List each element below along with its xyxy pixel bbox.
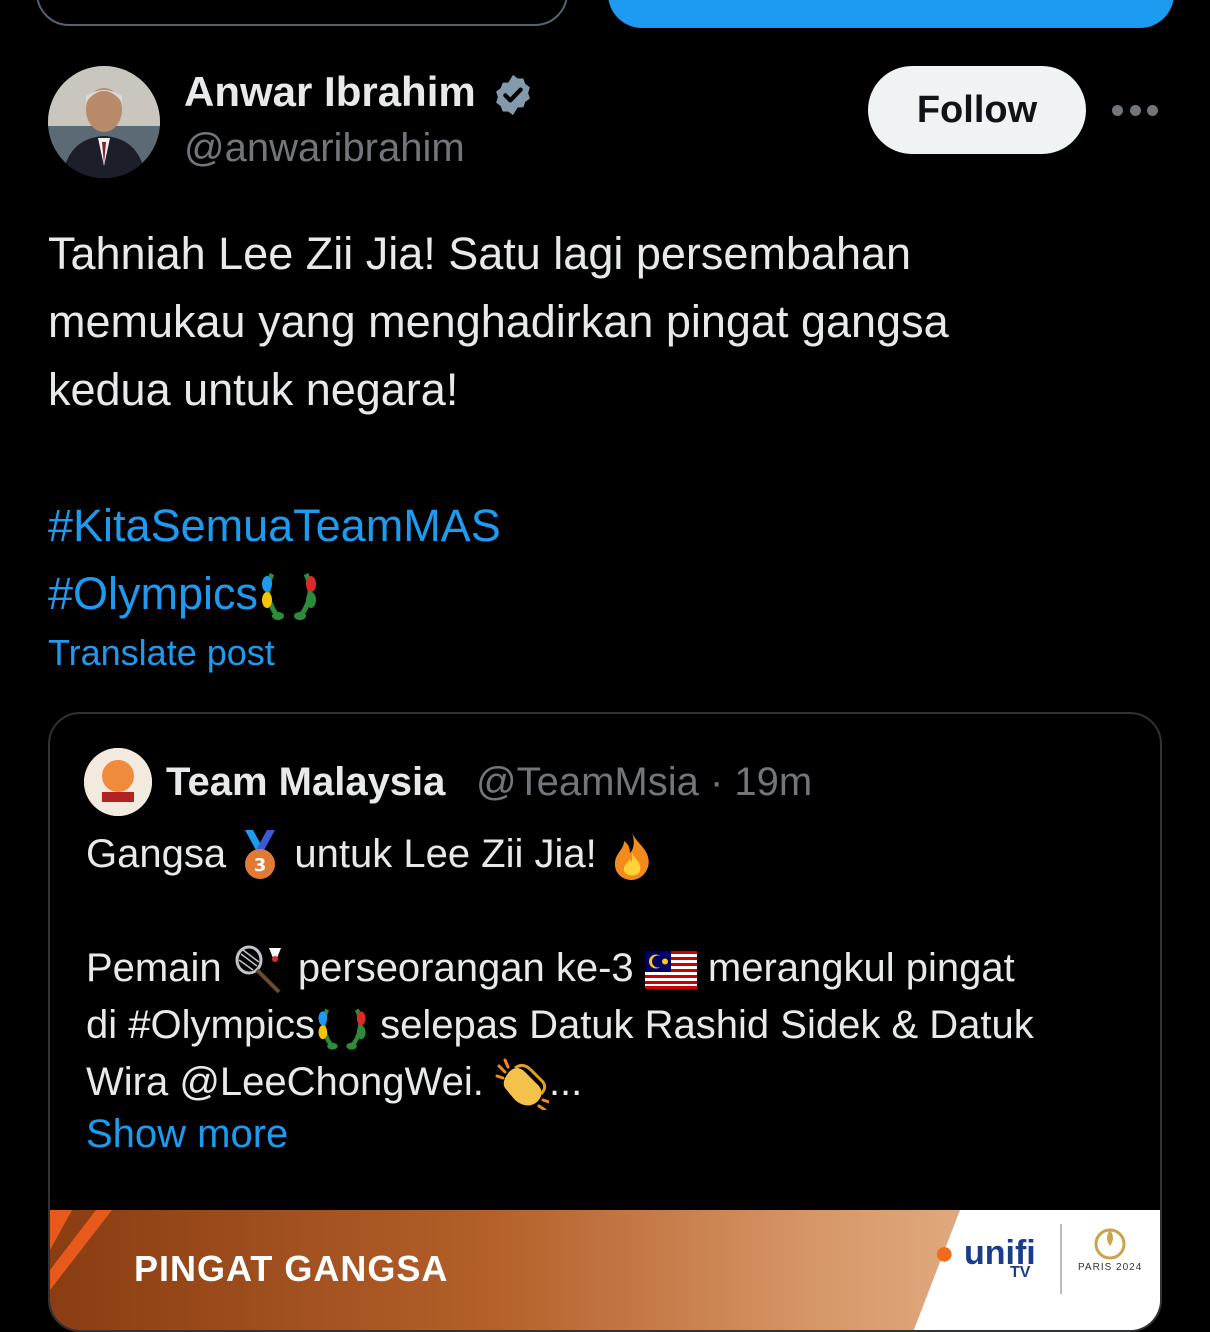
more-icon[interactable] [1112, 100, 1158, 120]
quoted-text-part: ... [548, 1060, 583, 1104]
post-line: memukau yang menghadirkan pingat gangsa [48, 296, 949, 347]
quoted-text-part: Pemain [86, 946, 222, 990]
fire-icon [614, 833, 649, 881]
avatar-photo [48, 66, 160, 178]
team-malaysia-avatar[interactable] [84, 748, 152, 816]
quoted-text-part: selepas Datuk Rashid Sidek & Datuk [380, 1003, 1034, 1047]
quoted-post-card[interactable]: Team Malaysia @TeamMsia · 19m Gangsa 3 u… [48, 712, 1162, 1332]
quoted-author-handle[interactable]: @TeamMsia · 19m [476, 760, 812, 805]
translate-post-link[interactable]: Translate post [48, 632, 275, 674]
unifi-tv-label: TV [1010, 1264, 1031, 1281]
hashtag-kitasemuateammas[interactable]: #KitaSemuaTeamMAS [48, 500, 501, 551]
bronze-medal-icon: 3 [245, 830, 276, 880]
quoted-text-part: Wira @LeeChongWei. [86, 1060, 484, 1104]
follow-button[interactable]: Follow [868, 66, 1086, 154]
author-display-name[interactable]: Anwar Ibrahim [184, 68, 476, 116]
quoted-hashtag-olympics[interactable]: di #Olympics [86, 1003, 315, 1047]
post-line: Tahniah Lee Zii Jia! Satu lagi persembah… [48, 228, 912, 279]
svg-text:3: 3 [254, 855, 267, 876]
banner-stripes-graphic [50, 1210, 112, 1290]
top-primary-button[interactable] [608, 0, 1174, 28]
paris-2024-label: PARIS 2024 [1078, 1262, 1143, 1273]
show-more-link[interactable]: Show more [86, 1112, 288, 1157]
quoted-text-part: Gangsa [86, 832, 227, 876]
olympic-laurel-icon [318, 1009, 366, 1051]
post-line: kedua untuk negara! [48, 364, 459, 415]
quoted-author-name[interactable]: Team Malaysia [166, 760, 445, 805]
paris-2024-flame-icon [1094, 1228, 1126, 1260]
banner-title: PINGAT GANGSA [134, 1248, 449, 1289]
quoted-text-part: merangkul pingat [707, 946, 1015, 990]
quoted-post-image[interactable]: PINGAT GANGSA ● unifi TV PARIS 2024 [50, 1210, 1160, 1330]
malaysia-flag-icon [644, 951, 697, 990]
quoted-text-part: perseorangan ke-3 [297, 946, 634, 990]
hashtag-olympics[interactable]: #Olympics [48, 560, 258, 628]
post-text: Tahniah Lee Zii Jia! Satu lagi persembah… [48, 220, 1148, 628]
badminton-icon [235, 945, 281, 994]
quoted-text-part: untuk Lee Zii Jia! [294, 832, 597, 876]
author-handle[interactable]: @anwaribrahim [184, 126, 465, 171]
logo-divider [1060, 1224, 1062, 1294]
author-avatar[interactable] [48, 66, 160, 178]
clapping-hands-icon [495, 1058, 549, 1111]
verified-badge-icon [490, 72, 536, 118]
olympic-laurel-icon [262, 572, 317, 620]
quoted-post-text: Gangsa 3 untuk Lee Zii Jia! Pemain perse… [86, 826, 1136, 1111]
top-outline-button[interactable] [36, 0, 568, 26]
